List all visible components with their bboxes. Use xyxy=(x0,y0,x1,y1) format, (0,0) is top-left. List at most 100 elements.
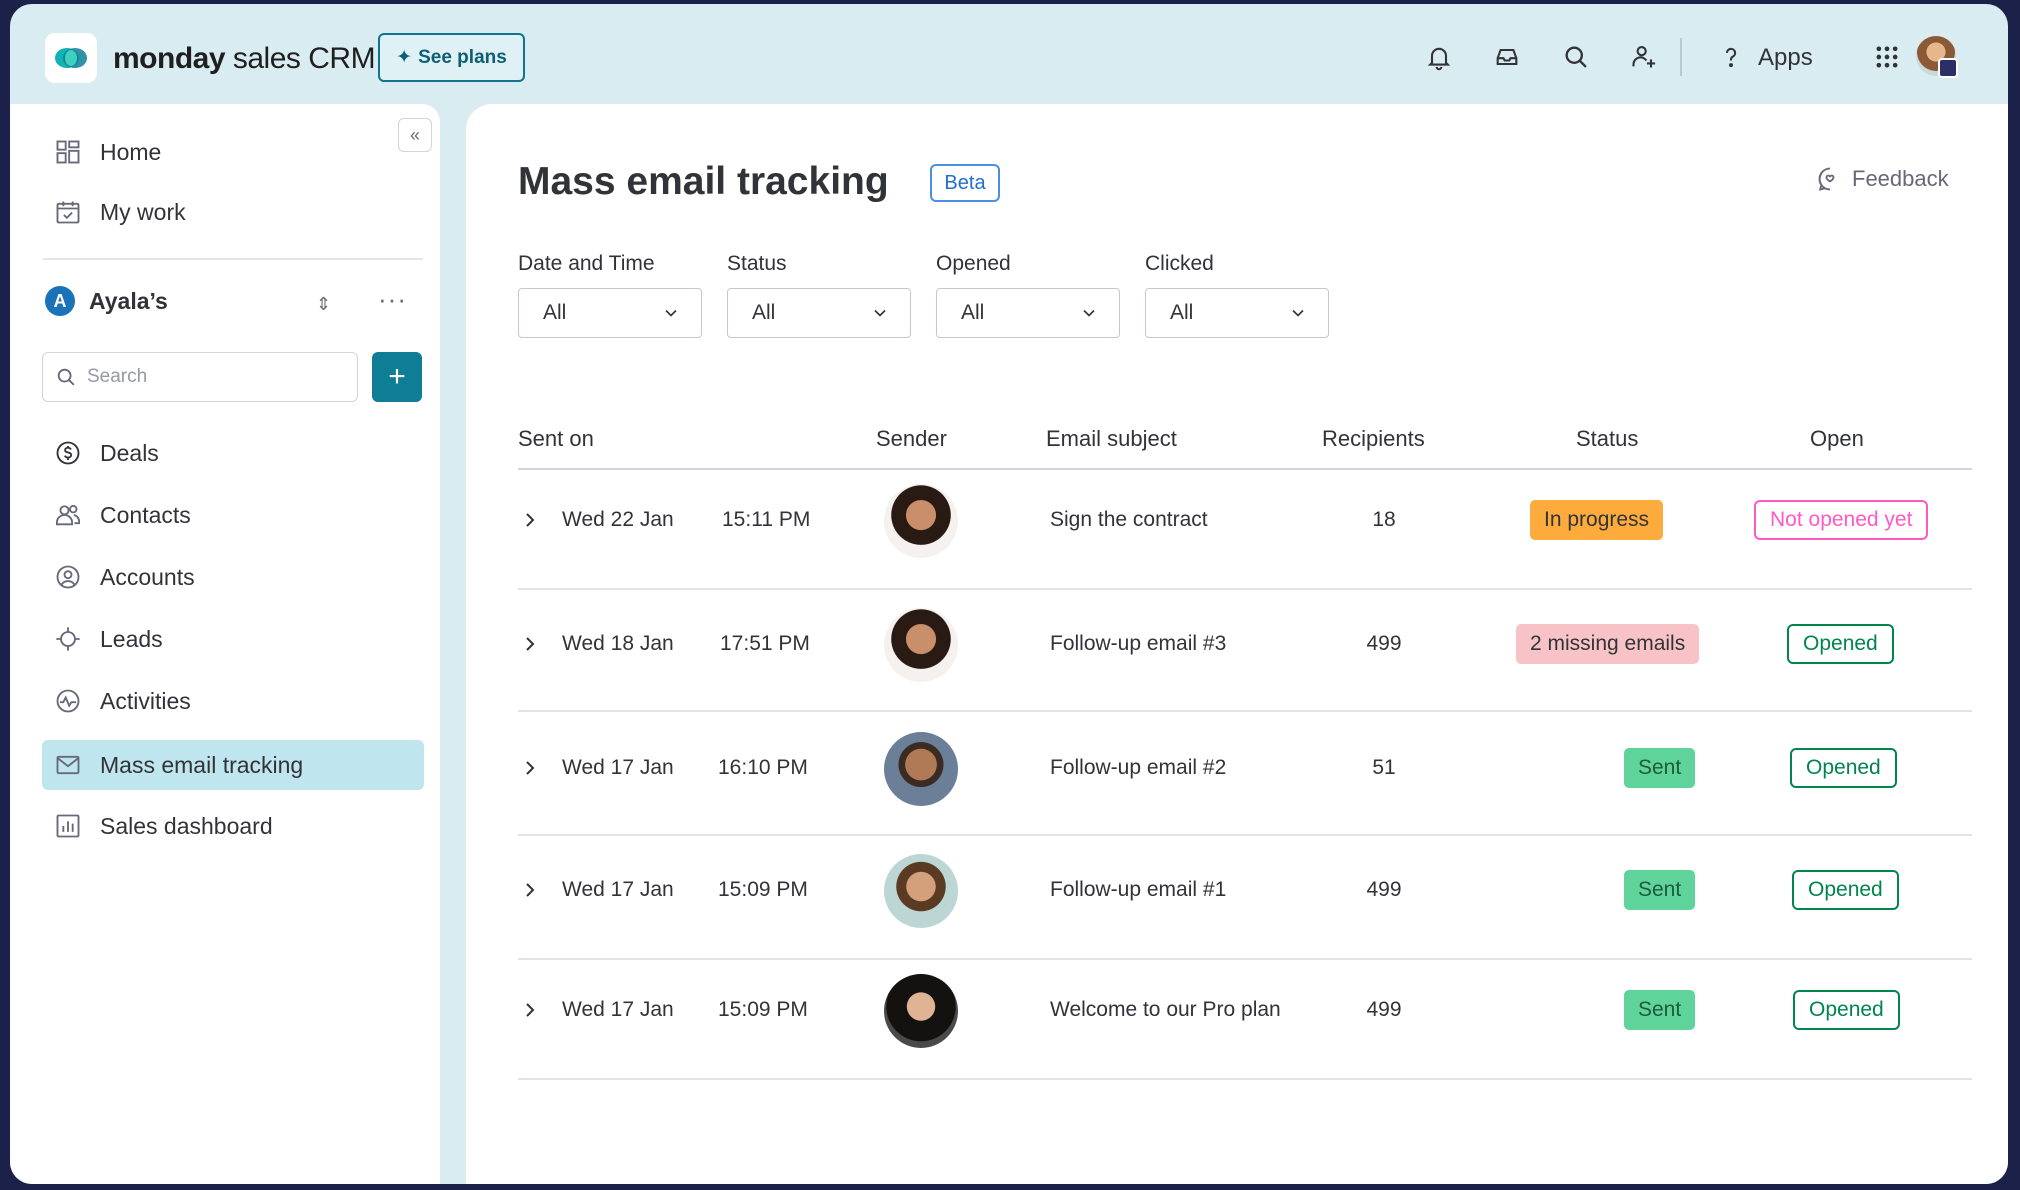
chevron-right-icon[interactable] xyxy=(518,508,542,532)
workspace-more-icon[interactable]: ··· xyxy=(378,284,407,315)
sidebar-item-leads[interactable]: Leads xyxy=(42,615,424,663)
recipients-count: 499 xyxy=(1366,878,1402,901)
recipients-count: 18 xyxy=(1372,508,1396,531)
chevron-down-icon xyxy=(665,309,677,317)
sidebar-item-label: Accounts xyxy=(100,563,195,590)
filter-value: All xyxy=(543,301,567,324)
table-row[interactable]: Wed 18 Jan 17:51 PM Follow-up email #3 4… xyxy=(518,592,1972,712)
sent-time: 15:09 PM xyxy=(718,998,808,1021)
accounts-icon xyxy=(56,565,80,589)
sent-date: Wed 22 Jan xyxy=(562,508,674,531)
sidebar-item-label: Deals xyxy=(100,439,159,466)
sidebar: « Home My work A Ayala’s ⇕ ··· + Deals C xyxy=(10,104,440,1184)
apps-grid-icon[interactable] xyxy=(1870,40,1904,74)
row-divider xyxy=(518,834,1972,836)
monday-logo[interactable] xyxy=(45,33,97,83)
invite-user-icon[interactable] xyxy=(1627,40,1661,74)
row-divider xyxy=(518,710,1972,712)
chevron-right-icon[interactable] xyxy=(518,632,542,656)
crosshair-icon xyxy=(56,627,80,651)
workspace-selector[interactable]: A Ayala’s xyxy=(45,286,168,316)
workspace-switch-icon[interactable]: ⇕ xyxy=(316,294,331,315)
sent-date: Wed 17 Jan xyxy=(562,998,674,1021)
feedback-label: Feedback xyxy=(1852,166,1949,191)
filter-status-select[interactable]: All xyxy=(727,288,911,338)
topbar-divider xyxy=(1680,38,1682,76)
table-row[interactable]: Wed 22 Jan 15:11 PM Sign the contract 18… xyxy=(518,470,1972,590)
add-item-button[interactable]: + xyxy=(372,352,422,402)
email-subject: Follow-up email #1 xyxy=(1050,878,1227,901)
open-status-badge: Opened xyxy=(1790,748,1897,788)
sent-time: 17:51 PM xyxy=(720,632,810,655)
search-icon[interactable] xyxy=(1559,40,1593,74)
email-subject: Follow-up email #3 xyxy=(1050,632,1227,655)
contacts-icon xyxy=(55,504,81,526)
table-row[interactable]: Wed 17 Jan 16:10 PM Follow-up email #2 5… xyxy=(518,716,1972,836)
sidebar-item-label: Activities xyxy=(100,687,191,714)
workspace-avatar: A xyxy=(45,286,75,316)
chevron-down-icon xyxy=(1292,309,1304,317)
recipients-count: 499 xyxy=(1366,632,1402,655)
home-icon xyxy=(56,140,80,164)
filter-opened: Opened All xyxy=(936,252,1120,338)
sidebar-item-mass-email-tracking[interactable]: Mass email tracking xyxy=(42,740,424,790)
row-divider xyxy=(518,1078,1972,1080)
sender-avatar xyxy=(884,854,958,928)
apps-link[interactable]: Apps xyxy=(1758,44,1813,72)
chevron-down-icon xyxy=(874,309,886,317)
chevron-down-icon xyxy=(1083,309,1095,317)
workspace-name: Ayala’s xyxy=(89,287,168,314)
email-subject: Welcome to our Pro plan xyxy=(1050,998,1281,1021)
status-badge: Sent xyxy=(1624,990,1696,1030)
sidebar-divider xyxy=(43,258,423,260)
sidebar-item-deals[interactable]: Deals xyxy=(42,429,424,477)
filter-date-time-select[interactable]: All xyxy=(518,288,702,338)
sidebar-item-home[interactable]: Home xyxy=(42,128,424,176)
sidebar-item-accounts[interactable]: Accounts xyxy=(42,553,424,601)
email-subject: Follow-up email #2 xyxy=(1050,756,1227,779)
chevron-right-icon[interactable] xyxy=(518,878,542,902)
bell-icon[interactable] xyxy=(1422,40,1456,74)
chart-icon xyxy=(56,814,80,838)
feedback-icon xyxy=(1818,167,1835,191)
inbox-icon[interactable] xyxy=(1490,40,1524,74)
column-header-sender[interactable]: Sender xyxy=(876,426,947,452)
recipients-count: 499 xyxy=(1366,998,1402,1021)
filter-opened-select[interactable]: All xyxy=(936,288,1120,338)
column-header-recipients[interactable]: Recipients xyxy=(1322,426,1425,452)
chevron-right-icon[interactable] xyxy=(518,998,542,1022)
sent-time: 16:10 PM xyxy=(718,756,808,779)
column-header-open[interactable]: Open xyxy=(1810,426,1864,452)
column-header-sent-on[interactable]: Sent on xyxy=(518,426,594,452)
status-badge: Sent xyxy=(1624,748,1696,788)
feedback-button[interactable]: Feedback xyxy=(1816,165,1949,193)
sent-date: Wed 18 Jan xyxy=(562,632,674,655)
sent-date: Wed 17 Jan xyxy=(562,878,674,901)
sidebar-item-sales-dashboard[interactable]: Sales dashboard xyxy=(42,802,424,850)
logo-icon xyxy=(55,48,87,68)
brand-name: monday sales CRM xyxy=(113,42,376,75)
calendar-check-icon xyxy=(56,201,80,224)
see-plans-button[interactable]: ✦ See plans xyxy=(378,33,525,82)
column-header-subject[interactable]: Email subject xyxy=(1046,426,1177,452)
sender-avatar xyxy=(884,974,958,1048)
sidebar-item-label: Mass email tracking xyxy=(100,751,304,778)
filter-status: Status All xyxy=(727,252,911,338)
column-header-status[interactable]: Status xyxy=(1576,426,1638,452)
filter-value: All xyxy=(1170,301,1194,324)
search-icon xyxy=(57,368,75,386)
table-row[interactable]: Wed 17 Jan 15:09 PM Follow-up email #1 4… xyxy=(518,840,1972,960)
filter-clicked: Clicked All xyxy=(1145,252,1329,338)
sidebar-search-input[interactable] xyxy=(87,366,327,388)
sender-avatar xyxy=(884,484,958,558)
sent-date: Wed 17 Jan xyxy=(562,756,674,779)
sidebar-item-my-work[interactable]: My work xyxy=(42,188,424,236)
sidebar-search[interactable] xyxy=(42,352,358,402)
sidebar-item-contacts[interactable]: Contacts xyxy=(42,491,424,539)
chevron-right-icon[interactable] xyxy=(518,756,542,780)
table-row[interactable]: Wed 17 Jan 15:09 PM Welcome to our Pro p… xyxy=(518,960,1972,1080)
help-icon[interactable] xyxy=(1714,40,1748,74)
sidebar-item-activities[interactable]: Activities xyxy=(42,677,424,725)
filter-clicked-select[interactable]: All xyxy=(1145,288,1329,338)
sent-time: 15:11 PM xyxy=(722,508,811,531)
